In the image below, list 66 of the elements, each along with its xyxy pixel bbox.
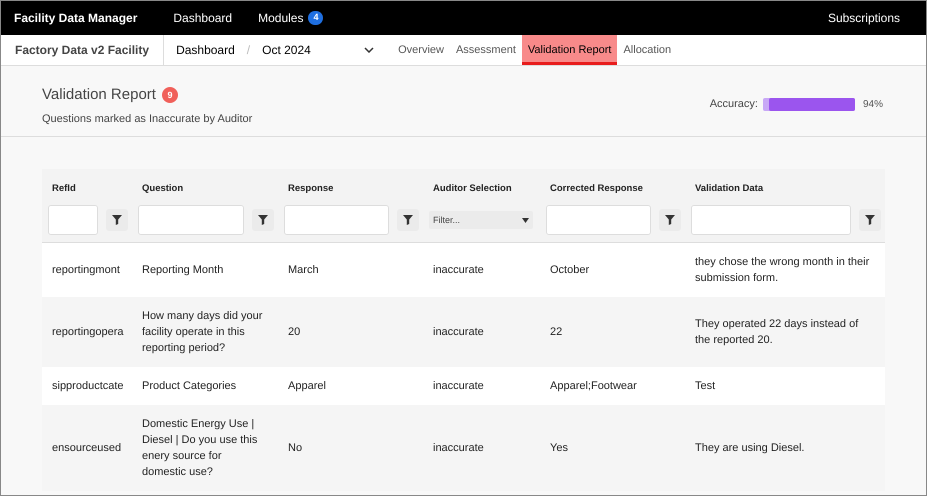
breadcrumb-separator: / [246,42,250,59]
filter-dropdown[interactable]: Filter... [429,211,533,230]
nav-tab[interactable]: Validation Report [522,35,618,65]
count-badge: 4 [308,11,324,25]
facility-name: Factory Data v2 Facility [15,42,150,59]
accuracy-value: 94% [862,98,883,112]
column-header[interactable]: Validation Data [695,183,764,194]
table-cell-text: Apparel;Footwear [550,378,638,394]
filter-button[interactable] [106,209,128,232]
app-title: Facility Data Manager [14,10,138,27]
nav-link[interactable]: Modules 4 [258,9,324,27]
table-cell-text: March [288,262,320,278]
filter-button[interactable] [659,209,681,232]
table-cell-text: Reporting Month [142,262,224,278]
table-cell-text: October [550,262,590,278]
column-header[interactable]: Auditor Selection [433,183,512,194]
filter-button[interactable] [397,209,419,232]
table-cell-text: inaccurate [433,440,485,456]
nav-tab[interactable]: Overview [392,35,450,65]
table-cell-text: No [288,440,304,456]
period-dropdown[interactable]: Oct 2024 [262,41,374,59]
caret-icon [522,218,529,223]
table-cell-text: They are using Diesel. [695,440,806,456]
subscriptions-link[interactable]: Subscriptions [828,9,900,27]
filter-button[interactable] [859,209,881,232]
table-cell-text: They operated 22 days instead of the reported 20. [695,316,860,348]
page-title: Validation Report [42,85,156,105]
filter-input[interactable] [48,205,98,236]
chevron-down-icon [364,47,374,53]
table-cell-text: sipproductcate [52,378,125,394]
column-header[interactable]: Question [142,183,184,194]
count-badge: 9 [162,87,178,104]
column-header[interactable]: RefId [52,183,76,194]
filter-icon [257,214,269,226]
filter-icon [864,214,876,226]
table-cell-text: How many days did your facility operate in this reporting period? [142,308,264,356]
table-cell-text: Apparel [288,378,327,394]
nav-tab[interactable]: Assessment [450,35,522,65]
table-cell-text: inaccurate [433,324,485,340]
filter-icon [111,214,123,226]
filter-input[interactable] [284,205,389,236]
table-cell-text: reportingmont [52,262,121,278]
table-cell-text: Yes [550,440,569,456]
breadcrumb-link[interactable]: Dashboard [176,41,235,59]
filter-icon [664,214,676,226]
filter-input[interactable] [691,205,851,236]
table-cell-text: ensourceused [52,440,122,456]
filter-input[interactable] [546,205,651,236]
table-cell-text: Product Categories [142,378,238,394]
column-header[interactable]: Corrected Response [550,183,643,194]
page-subtitle: Questions marked as Inaccurate by Auditor [42,112,252,126]
filter-icon [402,214,414,226]
table-cell-text: they chose the wrong month in their submission form. [695,254,870,286]
table-cell-text: 20 [288,324,302,340]
nav-link[interactable]: Dashboard [173,9,232,27]
table-cell-text: reportingopera [52,324,125,340]
column-header[interactable]: Response [288,183,334,194]
filter-input[interactable] [138,205,244,236]
filter-button[interactable] [252,209,274,232]
table-cell-text: 22 [550,324,564,340]
table-cell-text: inaccurate [433,378,485,394]
table-cell-text: Test [695,378,716,394]
table-cell-text: Domestic Energy Use | Diesel | Do you use this enery source for domestic use? [142,416,258,480]
accuracy-label: Accuracy: [710,97,758,112]
table-cell-text: inaccurate [433,262,485,278]
nav-tab[interactable]: Allocation [617,35,678,65]
